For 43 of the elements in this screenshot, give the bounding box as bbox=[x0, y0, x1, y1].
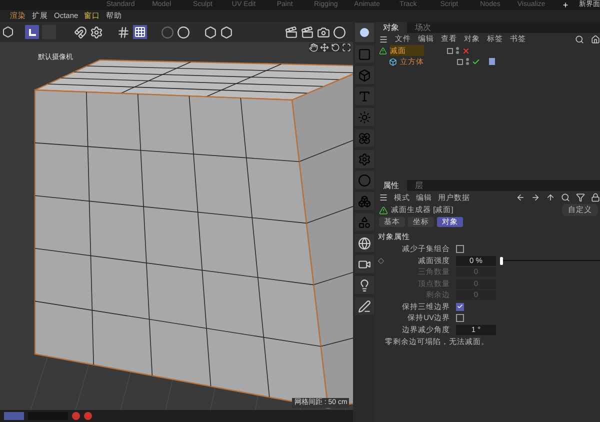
panel-tab[interactable]: 场次 bbox=[407, 22, 439, 33]
snap-button[interactable] bbox=[133, 25, 147, 39]
add-layout-button[interactable]: + bbox=[560, 0, 572, 10]
filter-icon[interactable] bbox=[576, 193, 585, 202]
close-icon[interactable] bbox=[462, 46, 470, 54]
cube-icon bbox=[389, 58, 397, 66]
search-icon[interactable] bbox=[561, 193, 570, 202]
rotate-icon[interactable] bbox=[331, 43, 340, 52]
pan-icon[interactable] bbox=[309, 43, 318, 52]
checkbox[interactable] bbox=[456, 245, 464, 253]
checkbox[interactable] bbox=[456, 314, 464, 322]
move-icon[interactable] bbox=[320, 43, 330, 52]
checkbox[interactable] bbox=[456, 302, 464, 310]
visibility-dots-icon[interactable] bbox=[456, 47, 459, 54]
warning-icon bbox=[379, 206, 388, 214]
pen-icon[interactable] bbox=[358, 300, 371, 312]
visibility-dots-icon[interactable] bbox=[466, 58, 469, 65]
render-view-icon[interactable] bbox=[301, 26, 314, 38]
magnet-icon[interactable] bbox=[74, 26, 87, 38]
search-icon[interactable] bbox=[575, 34, 584, 44]
back-icon[interactable] bbox=[516, 193, 525, 202]
panel-tab[interactable]: 属性 bbox=[375, 180, 407, 191]
up-icon[interactable] bbox=[546, 193, 555, 202]
render-icon[interactable] bbox=[285, 26, 298, 38]
grid-icon[interactable] bbox=[117, 26, 130, 38]
panel-tab[interactable]: 层 bbox=[407, 180, 431, 191]
warning-icon bbox=[379, 46, 387, 54]
hexagon-icon[interactable] bbox=[204, 26, 217, 38]
slider-handle[interactable] bbox=[500, 256, 503, 264]
home-icon[interactable] bbox=[591, 34, 600, 44]
light-icon[interactable] bbox=[358, 278, 371, 292]
camera-icon[interactable] bbox=[358, 258, 371, 270]
axis-mode-button[interactable] bbox=[25, 25, 39, 39]
slider-track[interactable] bbox=[500, 256, 600, 266]
keyframe-icon[interactable] bbox=[378, 258, 384, 264]
lock-icon[interactable] bbox=[591, 193, 600, 202]
forward-icon[interactable] bbox=[531, 193, 540, 202]
menu-icon[interactable] bbox=[379, 34, 388, 44]
panel-tab[interactable]: 对象 bbox=[375, 22, 407, 33]
check-icon[interactable] bbox=[472, 58, 480, 66]
menu-icon[interactable] bbox=[379, 193, 388, 202]
maximize-icon[interactable] bbox=[342, 43, 352, 52]
globe-icon[interactable] bbox=[358, 236, 371, 250]
